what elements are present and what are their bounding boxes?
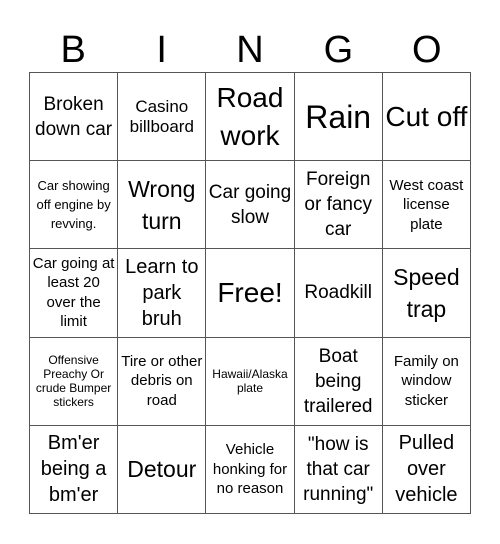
header-letter-n: N — [236, 29, 264, 71]
bingo-cell[interactable]: Hawaii/Alaska plate — [206, 337, 295, 426]
bingo-grid: Broken down car Casino billboard Road wo… — [29, 72, 471, 514]
bingo-cell[interactable]: Offensive Preachy Or crude Bumper sticke… — [30, 337, 119, 426]
bingo-cell[interactable]: Tire or other debris on road — [118, 337, 207, 426]
header-letter-i: I — [156, 29, 167, 71]
bingo-cell[interactable]: Roadkill — [294, 249, 383, 338]
bingo-cell[interactable]: Car going at least 20 over the limit — [30, 249, 119, 338]
bingo-cell[interactable]: West coast license plate — [382, 161, 471, 250]
bingo-cell[interactable]: Detour — [118, 425, 207, 514]
free-space-cell[interactable]: Free! — [206, 249, 295, 338]
bingo-cell[interactable]: Bm'er being a bm'er — [30, 425, 119, 514]
bingo-cell[interactable]: Foreign or fancy car — [294, 161, 383, 250]
bingo-cell[interactable]: Road work — [206, 73, 295, 162]
bingo-cell[interactable]: Wrong turn — [118, 161, 207, 250]
bingo-cell[interactable]: Rain — [294, 73, 383, 162]
header-letter-g: G — [323, 29, 354, 71]
bingo-cell[interactable]: Car showing off engine by revving. — [30, 161, 119, 250]
bingo-cell[interactable]: Vehicle honking for no reason — [206, 425, 295, 514]
bingo-cell[interactable]: Car going slow — [206, 161, 295, 250]
bingo-cell[interactable]: Cut off — [382, 73, 471, 162]
bingo-cell[interactable]: Casino billboard — [118, 73, 207, 162]
bingo-cell[interactable]: Learn to park bruh — [118, 249, 207, 338]
bingo-cell[interactable]: Speed trap — [382, 249, 471, 338]
bingo-cell[interactable]: "how is that car running" — [294, 425, 383, 514]
bingo-cell[interactable]: Pulled over vehicle — [382, 425, 471, 514]
bingo-header: B I N G O — [29, 28, 471, 72]
bingo-cell[interactable]: Family on window sticker — [382, 337, 471, 426]
bingo-cell[interactable]: Broken down car — [30, 73, 119, 162]
header-letter-o: O — [412, 29, 442, 71]
header-letter-b: B — [60, 29, 86, 71]
bingo-cell[interactable]: Boat being trailered — [294, 337, 383, 426]
